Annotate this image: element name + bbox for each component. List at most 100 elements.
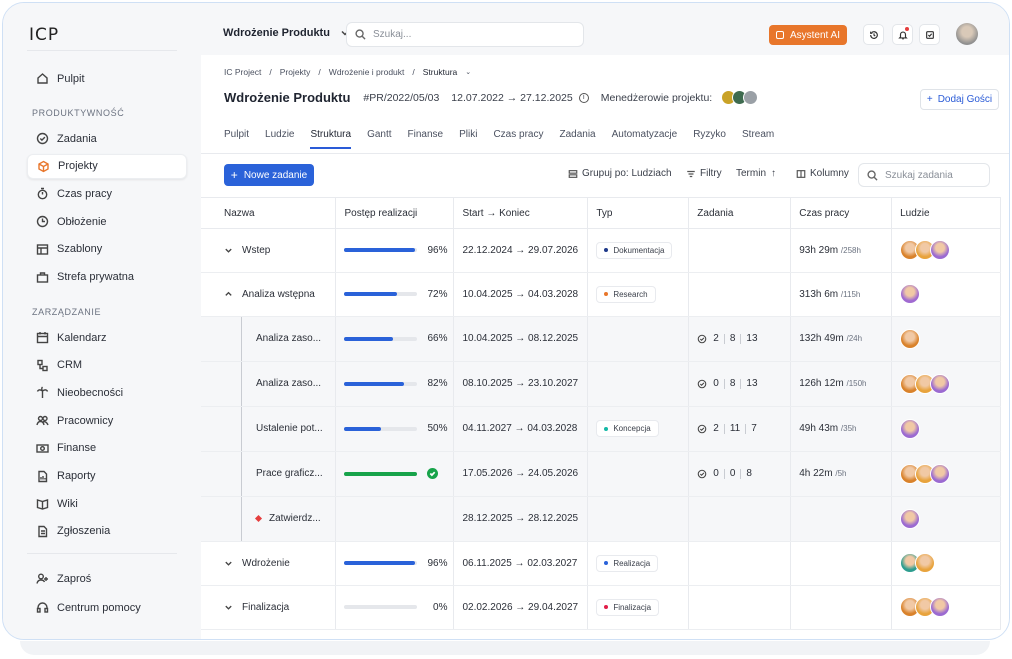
- person-avatar[interactable]: [915, 553, 936, 574]
- tab-stream[interactable]: Stream: [742, 129, 774, 149]
- person-avatar[interactable]: [900, 328, 921, 349]
- row-name[interactable]: Analiza zaso...: [256, 333, 321, 344]
- add-guests-button[interactable]: + Dodaj Gości: [920, 89, 999, 110]
- sidebar-item-pulpit[interactable]: Pulpit: [27, 66, 187, 91]
- columns-button[interactable]: Kolumny: [796, 168, 849, 179]
- users-icon: [36, 415, 49, 426]
- people-cell: [891, 228, 1001, 273]
- row-name[interactable]: Zatwierdz...: [269, 513, 321, 524]
- tab-ryzyko[interactable]: Ryzyko: [693, 129, 726, 149]
- person-avatar[interactable]: [930, 240, 951, 261]
- breadcrumb-item[interactable]: Projekty: [280, 67, 311, 77]
- chevron-down-icon[interactable]: [224, 559, 233, 568]
- progress-bar: [344, 336, 418, 341]
- info-icon[interactable]: i: [578, 92, 589, 103]
- tab-automatyzacje[interactable]: Automatyzacje: [612, 129, 678, 149]
- table-row[interactable]: Analiza wstępna 72% 10.04.2025 → 04.03.202…: [201, 272, 1001, 317]
- column-header[interactable]: Postęp realizacji: [335, 197, 455, 229]
- tab-pulpit[interactable]: Pulpit: [224, 129, 249, 149]
- column-header[interactable]: Czas pracy: [790, 197, 893, 229]
- row-name[interactable]: Analiza wstępna: [242, 289, 315, 300]
- column-header[interactable]: Ludzie: [891, 197, 1001, 229]
- table-row[interactable]: Wstep 96% 22.12.2024 → 29.07.2026 Dokumenta…: [201, 228, 1001, 273]
- table-row[interactable]: Ustalenie pot... 50% 04.11.2027 → 04.03.20…: [201, 406, 1001, 452]
- tab-finanse[interactable]: Finanse: [408, 129, 444, 149]
- group-by-button[interactable]: Grupuj po: Ludziach: [568, 168, 672, 179]
- sidebar-item-obłożenie[interactable]: Obłożenie: [27, 209, 187, 234]
- people-cell: [891, 272, 1001, 317]
- sidebar-item-centrum-pomocy[interactable]: Centrum pomocy: [27, 595, 187, 620]
- row-name[interactable]: Analiza zaso...: [256, 378, 321, 389]
- column-header[interactable]: Zadania: [688, 197, 792, 229]
- sidebar-item-zadania[interactable]: Zadania: [27, 126, 187, 151]
- chevron-down-icon[interactable]: ⌄: [465, 68, 471, 76]
- sidebar-item-wiki[interactable]: Wiki: [27, 491, 187, 516]
- sidebar-item-finanse[interactable]: Finanse: [27, 436, 187, 461]
- person-avatar[interactable]: [900, 418, 921, 439]
- tab-ludzie[interactable]: Ludzie: [265, 129, 294, 149]
- sidebar-item-szablony[interactable]: Szablony: [27, 237, 187, 262]
- sidebar-item-pracownicy[interactable]: Pracownicy: [27, 408, 187, 433]
- deadline-sort-button[interactable]: Termin ↑: [736, 168, 776, 179]
- sidebar-item-crm[interactable]: CRM: [27, 353, 187, 378]
- table-row[interactable]: Analiza zaso... 82% 08.10.2025 → 23.10.202…: [201, 361, 1001, 407]
- sidebar-item-kalendarz[interactable]: Kalendarz: [27, 325, 187, 350]
- user-avatar[interactable]: [956, 23, 978, 45]
- history-button[interactable]: [863, 24, 884, 45]
- sidebar-item-nieobecności[interactable]: Nieobecności: [27, 380, 187, 405]
- table-row[interactable]: Zatwierdz... 28.12.2025 → 28.12.2025: [201, 496, 1001, 542]
- person-avatar[interactable]: [930, 463, 951, 484]
- column-header[interactable]: Start → Koniec: [453, 197, 589, 229]
- sidebar-item-raporty[interactable]: Raporty: [27, 464, 187, 489]
- global-search-input[interactable]: Szukaj...: [346, 22, 584, 47]
- table-row[interactable]: Prace graficz... 17.05.2026 → 24.05.2026 0…: [201, 451, 1001, 497]
- tab-gantt[interactable]: Gantt: [367, 129, 391, 149]
- name-cell: Analiza wstępna: [201, 272, 337, 317]
- work-time: 93h 29m /258h: [799, 244, 861, 256]
- manager-avatar[interactable]: [743, 90, 759, 105]
- task-search-input[interactable]: Szukaj zadania: [858, 163, 990, 187]
- work-time: 126h 12m /150h: [799, 378, 867, 390]
- row-name[interactable]: Prace graficz...: [256, 468, 323, 479]
- ai-assistant-button[interactable]: Asystent AI: [769, 25, 847, 45]
- row-name[interactable]: Ustalenie pot...: [256, 423, 323, 434]
- filters-button[interactable]: Filtry: [686, 168, 722, 179]
- person-avatar[interactable]: [900, 284, 921, 305]
- table-row[interactable]: Wdrożenie 96% 06.11.2025 → 02.03.2027 Reali…: [201, 541, 1001, 586]
- type-cell: Dokumentacja: [587, 228, 690, 273]
- sidebar-item-projekty[interactable]: Projekty: [27, 153, 187, 179]
- tab-struktura[interactable]: Struktura: [310, 129, 351, 149]
- progress-bar: [344, 561, 418, 566]
- person-avatar[interactable]: [930, 373, 951, 394]
- tasks-cell: [688, 585, 792, 630]
- sidebar-item-zgłoszenia[interactable]: Zgłoszenia: [27, 519, 187, 544]
- notifications-button[interactable]: [892, 24, 913, 45]
- column-header[interactable]: Nazwa: [201, 197, 337, 229]
- sidebar-item-czas-pracy[interactable]: Czas pracy: [27, 181, 187, 206]
- table-row[interactable]: Finalizacja 0% 02.02.2026 → 29.04.2027 Fina…: [201, 585, 1001, 630]
- tab-czas-pracy[interactable]: Czas pracy: [493, 129, 543, 149]
- row-name[interactable]: Wstep: [242, 245, 270, 256]
- chevron-down-icon[interactable]: [224, 603, 233, 612]
- breadcrumb-item[interactable]: IC Project: [224, 67, 261, 77]
- new-task-button[interactable]: + Nowe zadanie: [224, 164, 314, 186]
- progress-value: 50%: [427, 423, 448, 435]
- tasks-button[interactable]: [919, 24, 940, 45]
- breadcrumb-current[interactable]: Struktura: [423, 67, 458, 77]
- column-header[interactable]: Typ: [587, 197, 690, 229]
- row-name[interactable]: Wdrożenie: [242, 558, 290, 569]
- person-avatar[interactable]: [930, 597, 951, 618]
- chevron-up-icon[interactable]: [224, 290, 233, 299]
- group-icon: [568, 169, 578, 178]
- chevron-down-icon[interactable]: [224, 246, 233, 255]
- divider: [27, 553, 177, 554]
- tab-pliki[interactable]: Pliki: [459, 129, 477, 149]
- sidebar-item-zaproś[interactable]: Zaproś: [27, 566, 187, 591]
- breadcrumb-item[interactable]: Wdrożenie i produkt: [329, 67, 405, 77]
- person-avatar[interactable]: [900, 508, 921, 529]
- tab-zadania[interactable]: Zadania: [559, 129, 595, 149]
- project-selector[interactable]: Wdrożenie Produktu: [223, 27, 350, 39]
- sidebar-item-strefa-prywatna[interactable]: Strefa prywatna: [27, 265, 187, 290]
- table-row[interactable]: Analiza zaso... 66% 10.04.2025 → 08.12.202…: [201, 316, 1001, 362]
- row-name[interactable]: Finalizacja: [242, 602, 289, 613]
